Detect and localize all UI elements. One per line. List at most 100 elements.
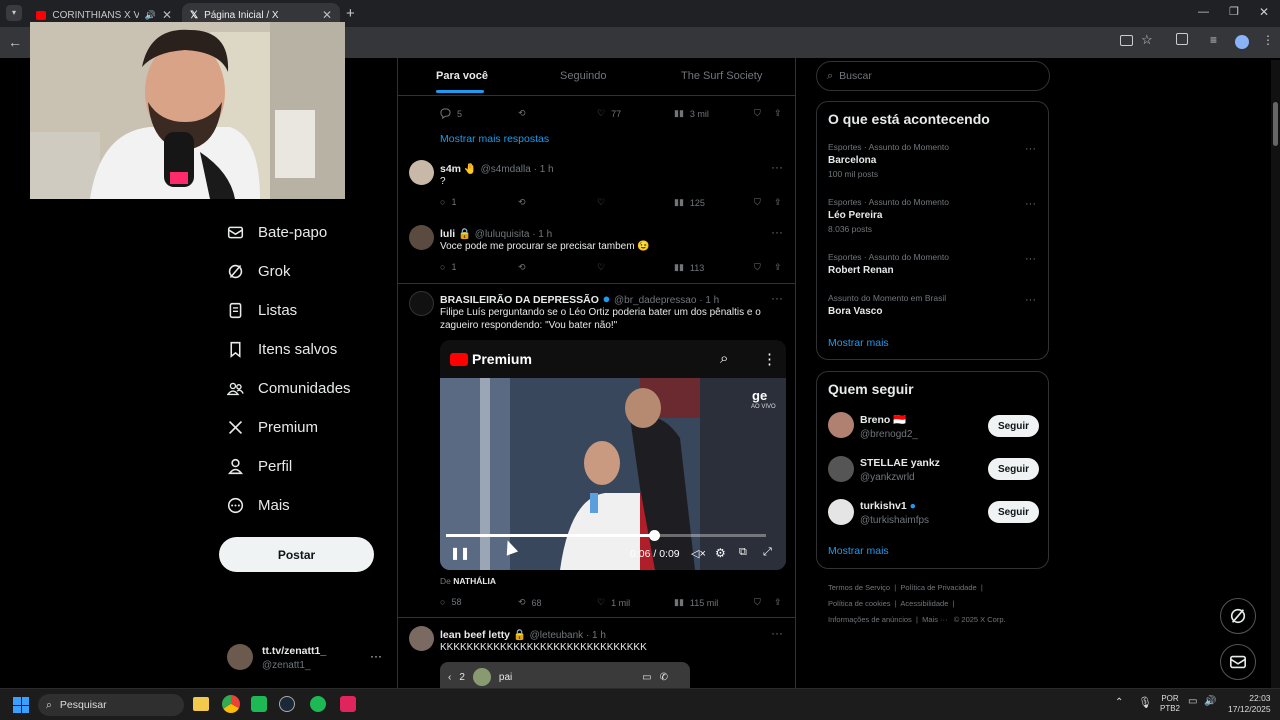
account-name[interactable]: tt.tv/zenatt1_ [262,645,326,657]
account-avatar[interactable] [227,644,253,670]
chevron-left-icon[interactable]: ‹ [448,672,451,683]
chrome-icon[interactable] [222,695,240,713]
nav-item-profile[interactable]: Perfil [227,458,292,475]
media-control-icon[interactable]: ≡ [1210,33,1217,47]
more-options-icon[interactable]: ··· [1025,198,1036,210]
avatar[interactable] [409,626,434,651]
menu-dots-icon[interactable]: ⋮ [1262,33,1274,47]
suggested-user[interactable]: STELLAE yankz @yankzwrld [860,457,940,483]
trend-item[interactable]: Assunto do Momento em Brasil Bora Vasco [828,293,946,317]
new-tab-button[interactable]: + [346,5,355,22]
like-button[interactable]: ♡ [597,262,605,273]
video-scrubber-handle[interactable] [649,530,660,541]
network-icon[interactable]: ▭ [1188,696,1197,707]
trend-item[interactable]: Esportes · Assunto do Momento Robert Ren… [828,252,949,276]
phone-icon[interactable]: ✆ [660,672,668,683]
share-icon[interactable]: ⇪ [774,197,782,208]
mute-icon[interactable]: ◁× [691,547,706,560]
trends-show-more-link[interactable]: Mostrar mais [828,337,889,349]
views-button[interactable]: ▮▮ 115 mil [674,597,718,608]
speaker-icon[interactable]: 🔊 [145,10,156,21]
dm-chat-bar[interactable]: ‹ 2 pai ▭ ✆ [440,662,690,688]
page-scrollbar[interactable] [1271,60,1280,688]
trend-item[interactable]: Esportes · Assunto do Momento Léo Pereir… [828,197,949,234]
language-indicator[interactable]: POR PTB2 [1160,694,1180,714]
like-button[interactable]: ♡ [597,197,605,208]
footer-link[interactable]: Acessibilidade [900,599,948,608]
tab-search-button[interactable]: ▾ [6,5,22,21]
nav-item-premium[interactable]: Premium [227,419,318,436]
close-window-button[interactable]: ✕ [1259,5,1269,19]
user-name[interactable]: lean beef letty 🔒 [440,629,526,641]
maximize-button[interactable]: ❐ [1229,5,1239,18]
chevron-up-icon[interactable]: ⌃ [1115,697,1123,708]
user-name[interactable]: s4m 🤚 [440,163,477,175]
footer-link[interactable]: Termos de Serviço [828,583,890,592]
avatar[interactable] [828,412,854,438]
share-icon[interactable]: ⇪ [774,597,782,608]
fullscreen-icon[interactable]: ⤢ [763,546,772,559]
bookmark-icon[interactable]: ⛉ [754,108,761,119]
more-options-icon[interactable]: ··· [771,225,783,239]
nav-item-lists[interactable]: Listas [227,302,297,319]
more-options-icon[interactable]: ··· [1025,143,1036,155]
tab-surf-society[interactable]: The Surf Society [681,70,762,82]
account-menu-dots[interactable]: ··· [370,649,382,663]
retweet-button[interactable]: ⟲ 68 [518,597,542,608]
more-options-icon[interactable]: ··· [771,160,783,174]
search-input[interactable]: Buscar [839,70,872,82]
miniplayer-icon[interactable]: ⧉ [739,546,747,559]
file-explorer-icon[interactable] [193,697,209,711]
footer-link[interactable]: Mais ··· [922,615,947,624]
more-options-icon[interactable]: ··· [771,626,783,640]
avatar[interactable] [409,160,434,185]
more-options-icon[interactable]: ··· [771,291,783,305]
avatar[interactable] [409,291,434,316]
nav-item-grok[interactable]: Grok [227,263,291,280]
search-icon[interactable]: ⌕ [720,350,728,367]
taskbar-search[interactable]: ⌕ Pesquisar [38,694,184,716]
messages-fab[interactable] [1220,644,1256,680]
footer-link[interactable]: Informações de anúncios [828,615,912,624]
video-source-name[interactable]: NATHÁLIA [453,576,496,586]
show-more-replies-link[interactable]: Mostrar mais respostas [440,133,549,145]
nav-item-more[interactable]: Mais [227,497,290,514]
back-arrow-icon[interactable]: ← [8,34,22,50]
who-to-follow-show-more-link[interactable]: Mostrar mais [828,545,889,557]
like-button[interactable]: ♡ 77 [597,108,621,119]
video-player[interactable]: Premium ⌕ ⋮ ge AO VIVO ❚❚ 0:06 / 0:09 ◁×… [440,340,786,570]
trend-item[interactable]: Esportes · Assunto do Momento Barcelona … [828,142,949,179]
tab-for-you[interactable]: Para você [436,70,488,82]
post-button[interactable]: Postar [219,537,374,572]
user-name[interactable]: luli 🔒 [440,228,471,240]
tab-following[interactable]: Seguindo [560,70,607,82]
extensions-icon[interactable] [1176,33,1188,45]
like-button[interactable]: ♡ 1 mil [597,597,630,608]
more-vertical-icon[interactable]: ⋮ [762,350,777,368]
bookmark-star-icon[interactable]: ☆ [1141,32,1153,48]
follow-button[interactable]: Seguir [988,415,1039,437]
nav-item-bookmarks[interactable]: Itens salvos [227,341,337,358]
app-icon[interactable] [340,696,356,712]
reply-button[interactable]: ○ 58 [440,597,461,607]
follow-button[interactable]: Seguir [988,458,1039,480]
suggested-user[interactable]: Breno 🇮🇩 @brenogd2_ [860,413,918,440]
volume-icon[interactable]: 🔊 [1204,696,1216,707]
suggested-user[interactable]: turkishv1 ● @turkishaimfps [860,500,929,526]
nav-item-communities[interactable]: Comunidades [227,380,351,397]
share-icon[interactable]: ⇪ [774,108,782,119]
retweet-button[interactable]: ⟲ [518,108,526,119]
install-app-icon[interactable] [1120,35,1133,46]
more-options-icon[interactable]: ··· [1025,294,1036,306]
user-name[interactable]: BRASILEIRÃO DA DEPRESSÃO [440,294,599,306]
avatar[interactable] [828,456,854,482]
more-options-icon[interactable]: ··· [1025,253,1036,265]
video-progress-track[interactable] [446,534,766,537]
spotify-icon[interactable] [310,696,326,712]
follow-button[interactable]: Seguir [988,501,1039,523]
pause-icon[interactable]: ❚❚ [450,546,470,560]
avatar[interactable] [828,499,854,525]
close-tab-icon[interactable]: ✕ [322,8,332,22]
bookmark-icon[interactable]: ⛉ [754,597,761,608]
reply-button[interactable]: ○ 1 [440,262,456,272]
